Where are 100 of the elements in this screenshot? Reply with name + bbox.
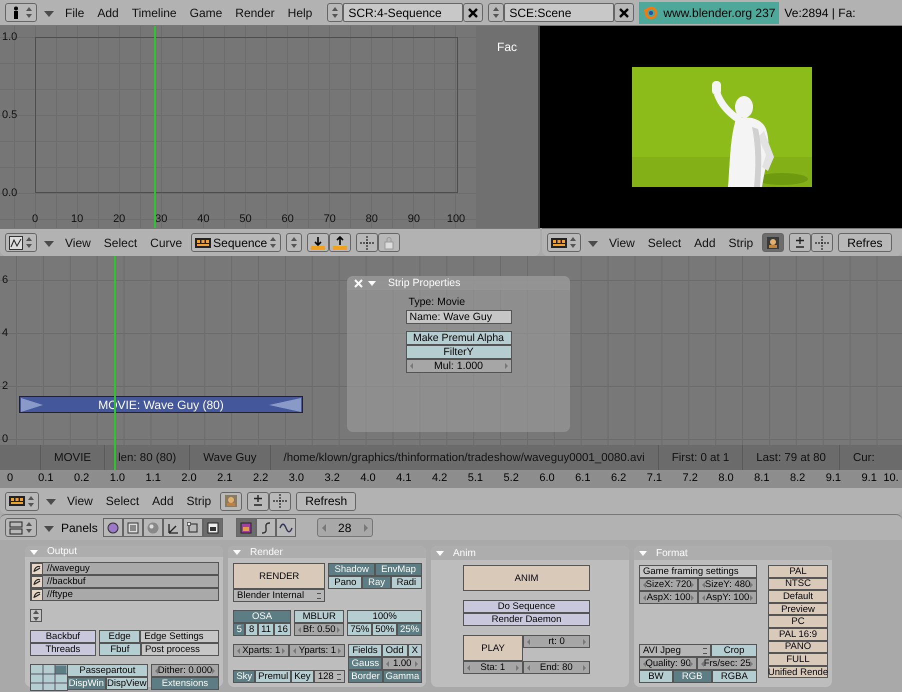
- editor-type-button[interactable]: [5, 518, 37, 537]
- context-button[interactable]: [102, 518, 123, 537]
- toggle-button[interactable]: 16: [274, 623, 292, 636]
- lock-button[interactable]: [378, 233, 400, 252]
- image-toggle[interactable]: [762, 233, 784, 252]
- menu-item[interactable]: Strip: [724, 236, 758, 250]
- toggle-button[interactable]: Extensions: [150, 677, 220, 690]
- toggle-button[interactable]: RGB: [672, 670, 712, 683]
- number-field[interactable]: Bf: 0.50: [294, 623, 344, 636]
- toggle-button[interactable]: DispView: [106, 677, 148, 690]
- push-button[interactable]: Render Daemon: [463, 613, 590, 626]
- menu-item[interactable]: Strip: [182, 494, 216, 508]
- preset-button[interactable]: Default: [768, 590, 828, 603]
- menu-item[interactable]: Add: [690, 236, 720, 250]
- file-path-field[interactable]: //backbuf: [30, 575, 219, 588]
- editor-type-button[interactable]: [5, 233, 37, 252]
- menu-item[interactable]: Select: [102, 494, 144, 508]
- dropdown[interactable]: 128: [314, 670, 346, 683]
- number-field[interactable]: Yparts: 1: [289, 644, 346, 657]
- menu-item[interactable]: Add: [148, 494, 178, 508]
- number-field[interactable]: Xparts: 1: [233, 644, 290, 657]
- toggle-button[interactable]: Passepartout: [66, 664, 148, 677]
- toggle-button[interactable]: 25%: [397, 623, 422, 636]
- zoom-button[interactable]: [789, 233, 812, 252]
- scene-field[interactable]: SCE:Scene: [504, 3, 614, 22]
- toggle-button[interactable]: 11: [258, 623, 274, 636]
- toggle-button[interactable]: Fbuf: [98, 643, 141, 656]
- number-field[interactable]: Dither: 0.000: [150, 664, 220, 677]
- preset-button[interactable]: Preview: [768, 602, 828, 616]
- name-field[interactable]: Name: Wave Guy: [406, 310, 512, 324]
- toggle-button[interactable]: Make Premul Alpha: [406, 331, 512, 345]
- action-button[interactable]: PLAY: [463, 635, 524, 661]
- toggle-button[interactable]: Shadow: [328, 563, 375, 576]
- dropdown[interactable]: AVI Jpeg: [639, 644, 712, 657]
- image-toggle[interactable]: [220, 492, 242, 510]
- updown-button[interactable]: [30, 609, 42, 622]
- toggle-button[interactable]: 8: [245, 623, 258, 636]
- menu-item[interactable]: Game: [186, 6, 226, 20]
- toggle-button[interactable]: Pano: [328, 576, 362, 589]
- push-button[interactable]: Do Sequence: [463, 600, 590, 613]
- toggle-button[interactable]: Edge: [98, 630, 140, 643]
- close-button[interactable]: [614, 3, 634, 22]
- option-button[interactable]: Post process: [140, 643, 220, 656]
- toggle-button[interactable]: 100%: [347, 610, 422, 623]
- dropdown[interactable]: Blender Internal: [233, 589, 326, 602]
- toggle-button[interactable]: Fields: [348, 644, 382, 657]
- context-button[interactable]: [162, 518, 183, 537]
- updown-button[interactable]: [488, 3, 504, 22]
- toggle-button[interactable]: Odd: [382, 644, 408, 657]
- number-field[interactable]: rt: 0: [523, 635, 590, 648]
- menu-item[interactable]: Select: [644, 236, 686, 250]
- preset-button[interactable]: FULL: [768, 653, 828, 666]
- preset-button[interactable]: PAL 16:9: [768, 628, 828, 641]
- menu-item[interactable]: Help: [284, 6, 316, 20]
- toggle-button[interactable]: EnvMap: [374, 563, 422, 576]
- file-path-field[interactable]: //waveguy: [30, 562, 219, 575]
- toggle-button[interactable]: Border: [348, 670, 383, 683]
- menu-item[interactable]: Select: [100, 236, 142, 250]
- context-button[interactable]: [122, 518, 143, 537]
- menu-item[interactable]: View: [63, 494, 97, 508]
- toggle-button[interactable]: MBLUR: [294, 610, 344, 623]
- key-down-button[interactable]: [307, 233, 330, 252]
- frame-field[interactable]: 28: [316, 518, 373, 537]
- refresh-button[interactable]: Refres: [838, 233, 892, 252]
- subcontext-button[interactable]: [236, 518, 256, 537]
- preset-button[interactable]: PAL: [768, 565, 828, 578]
- number-field[interactable]: 1.00: [382, 657, 422, 670]
- toggle-button[interactable]: Premul: [255, 670, 291, 683]
- key-up-button[interactable]: [329, 233, 352, 252]
- toggle-button[interactable]: Key: [290, 670, 314, 683]
- toggle-button[interactable]: Crop: [711, 644, 758, 657]
- toggle-button[interactable]: RGBA: [712, 670, 758, 683]
- toggle-button[interactable]: Gauss: [348, 657, 382, 670]
- preset-button[interactable]: PANO: [768, 640, 828, 654]
- context-button[interactable]: [182, 518, 203, 537]
- toggle-button[interactable]: 5: [233, 623, 246, 636]
- grid-button[interactable]: [30, 664, 68, 691]
- preset-button[interactable]: NTSC: [768, 578, 828, 590]
- number-field[interactable]: Mul: 1.000: [406, 359, 512, 373]
- context-button[interactable]: [202, 518, 223, 537]
- menu-item[interactable]: Render: [231, 6, 279, 20]
- updown-button[interactable]: [327, 3, 344, 22]
- toggle-button[interactable]: X: [408, 644, 422, 657]
- toggle-button[interactable]: Gamma: [382, 670, 422, 683]
- toggle-button[interactable]: 75%: [347, 623, 372, 636]
- toggle-button[interactable]: 50%: [372, 623, 398, 636]
- refresh-button[interactable]: Refresh: [296, 492, 356, 510]
- toggle-button[interactable]: OSA: [233, 610, 292, 623]
- number-field[interactable]: AspX: 100: [639, 591, 698, 604]
- dropdown[interactable]: Sequence: [191, 233, 282, 252]
- editor-type-button[interactable]: [5, 492, 39, 510]
- toggle-button[interactable]: Radi: [390, 576, 422, 589]
- close-button[interactable]: [463, 3, 484, 22]
- option-button[interactable]: Edge Settings: [140, 630, 220, 643]
- action-button[interactable]: ANIM: [463, 565, 590, 591]
- move-button[interactable]: [811, 233, 834, 252]
- editor-type-button[interactable]: [547, 233, 581, 252]
- toggle-button[interactable]: BW: [639, 670, 673, 683]
- channel-label[interactable]: Fac: [496, 40, 517, 54]
- push-button[interactable]: Threads: [30, 643, 96, 656]
